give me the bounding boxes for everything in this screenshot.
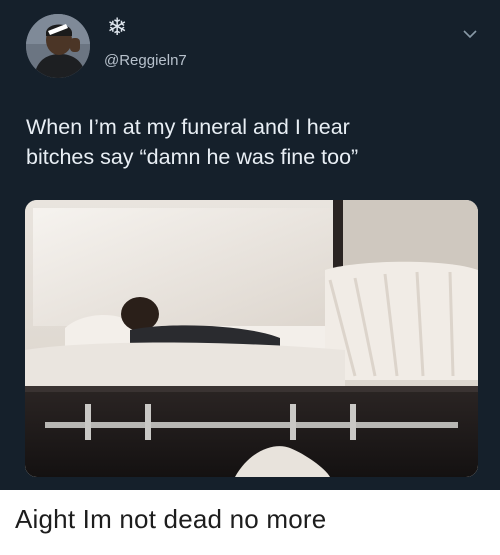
tweet-card: ❄ @Reggieln7 When I’m at my funeral and … <box>0 0 500 490</box>
chevron-down-icon[interactable] <box>462 28 478 40</box>
tweet-text-line: bitches say “damn he was fine too” <box>26 145 359 169</box>
avatar[interactable] <box>26 14 90 78</box>
tweet-text: When I’m at my funeral and I hear bitche… <box>26 112 481 172</box>
avatar-photo-icon <box>26 14 90 78</box>
user-handle[interactable]: @Reggieln7 <box>104 52 187 69</box>
meme-caption: Aight Im not dead no more <box>15 504 327 534</box>
tweet-media[interactable] <box>25 200 478 477</box>
tweet-text-line: When I’m at my funeral and I hear <box>26 115 350 139</box>
coffin-photo-icon <box>25 200 478 477</box>
snowflake-icon: ❄ <box>106 13 128 41</box>
